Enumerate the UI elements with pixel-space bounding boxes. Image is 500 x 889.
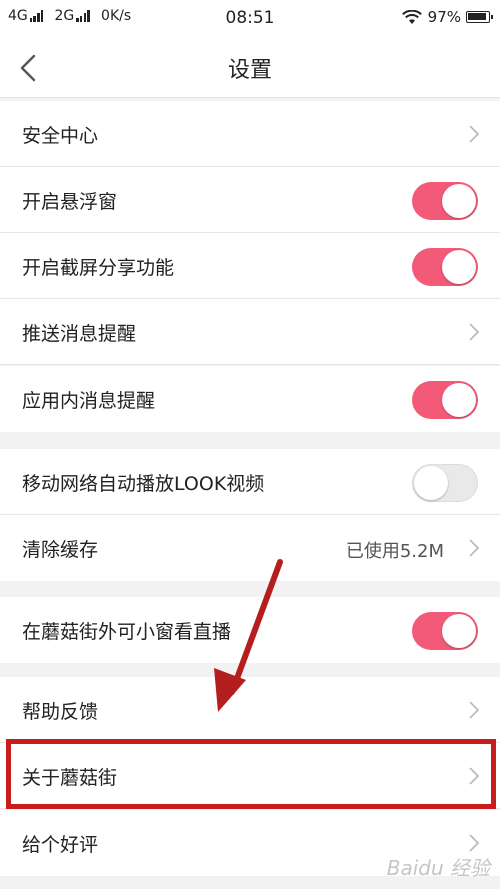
annotation-arrow-icon xyxy=(214,559,283,712)
watermark: Baidu 经验 xyxy=(386,856,490,880)
